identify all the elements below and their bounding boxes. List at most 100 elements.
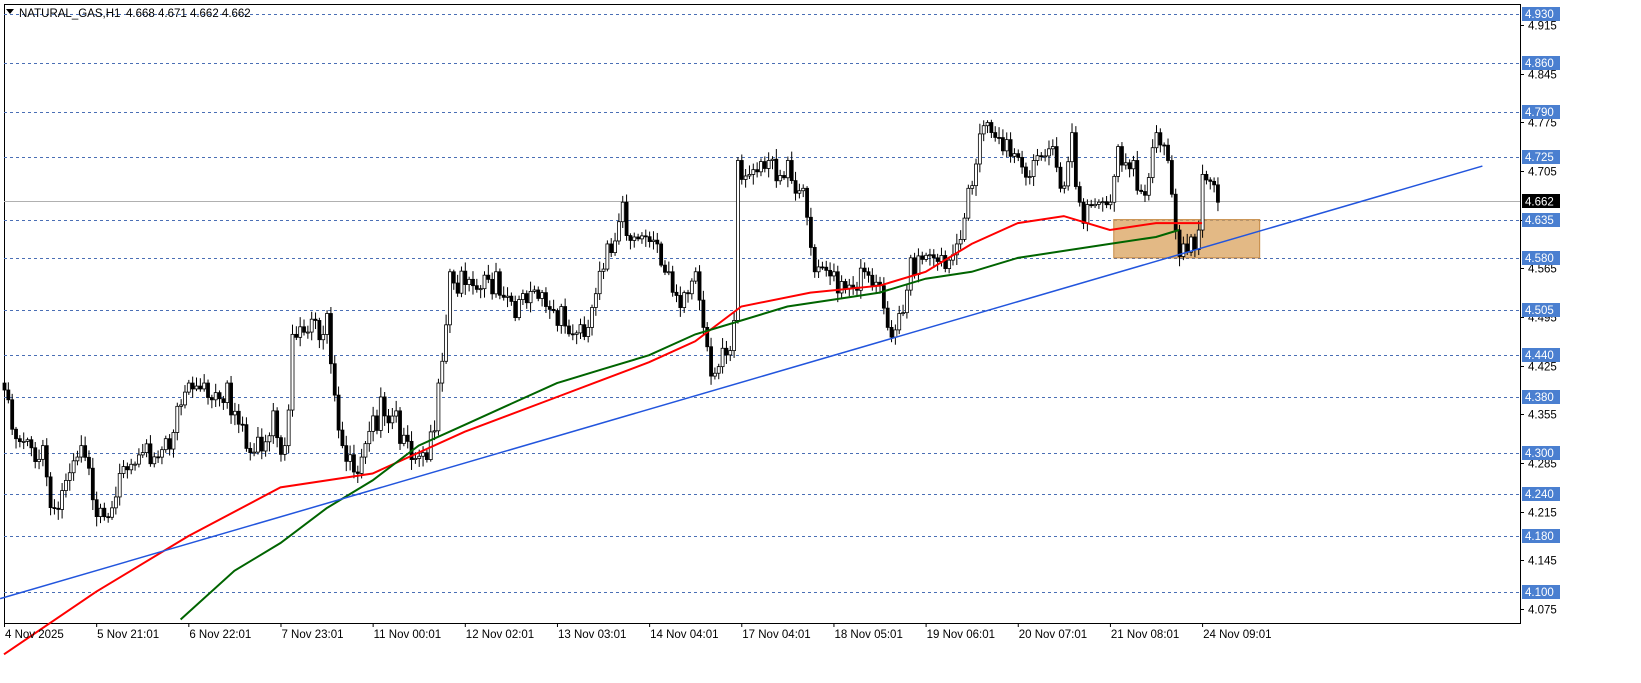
candle-body (528, 291, 533, 304)
candle-body (624, 201, 629, 236)
candle-body (1146, 177, 1151, 196)
candle-body (1185, 243, 1190, 253)
candle-body (213, 392, 218, 401)
candle-body (167, 438, 172, 450)
candle-body (83, 445, 88, 458)
candle-body (613, 240, 617, 254)
candle-body (544, 292, 548, 307)
candle-body (1085, 204, 1090, 224)
level-tag-label: 4.380 (1525, 392, 1554, 404)
candle-body (785, 160, 790, 179)
candle (659, 241, 664, 268)
candle-body (828, 269, 832, 277)
candle-body (1104, 201, 1109, 206)
candle-body (1035, 155, 1040, 161)
candle-body (1169, 160, 1174, 195)
candle-body (1020, 157, 1024, 168)
candle-body (256, 436, 260, 453)
candle-body (578, 324, 583, 334)
candle-body (90, 467, 95, 501)
candle-body (889, 327, 894, 338)
candle-body (125, 466, 130, 471)
candle-body (317, 320, 322, 341)
y-tick-label: 4.145 (1528, 556, 1557, 568)
candle-body (378, 396, 383, 431)
candle-body (674, 291, 679, 296)
candle-body (1135, 160, 1140, 191)
candle-body (248, 448, 253, 454)
candle (286, 404, 291, 454)
candle-body (386, 415, 391, 424)
candle-body (478, 288, 483, 291)
candle-body (64, 480, 68, 491)
candle-body (943, 255, 948, 269)
candle-body (340, 429, 345, 447)
candle-body (17, 438, 22, 443)
candle-body (555, 310, 560, 326)
candle (398, 407, 402, 450)
candle-body (33, 447, 38, 462)
candle-body (1089, 204, 1094, 207)
candle-body (567, 325, 571, 335)
candle-body (670, 271, 675, 293)
candle-body (202, 382, 207, 390)
candle-body (275, 410, 280, 439)
candle-body (352, 454, 356, 473)
candle-body (701, 299, 706, 328)
candle-body (640, 235, 644, 240)
candle-body (958, 239, 963, 245)
candle-body (908, 257, 913, 291)
candle-body (1181, 243, 1186, 257)
x-tick-label: 5 Nov 21:01 (97, 629, 159, 641)
candle-body (755, 169, 760, 173)
candle-body (509, 295, 514, 302)
candle-body (152, 456, 157, 465)
level-tag-label: 4.930 (1525, 9, 1554, 21)
candle-body (1027, 176, 1032, 178)
candle-body (413, 458, 418, 460)
candle (1169, 155, 1174, 198)
candle-body (816, 266, 821, 273)
x-tick-label: 18 Nov 05:01 (834, 629, 902, 641)
candle-body (505, 295, 510, 298)
candle-body (102, 507, 107, 518)
candle-body (1039, 155, 1044, 158)
candle-body (10, 399, 15, 430)
candle-body (136, 454, 141, 465)
candle-body (67, 472, 72, 481)
candle-body (1150, 147, 1155, 178)
candle-body (79, 445, 84, 458)
candle-body (962, 217, 967, 240)
candle-body (198, 385, 203, 390)
candle-body (697, 271, 702, 301)
candle-body (716, 366, 721, 374)
candle-body (175, 405, 180, 433)
candle-body (1100, 201, 1105, 204)
candle-body (1097, 201, 1101, 205)
candle (10, 393, 15, 436)
candle-body (309, 318, 314, 333)
candle-body (870, 274, 875, 286)
candle-body (294, 333, 299, 338)
x-tick-label: 19 Nov 06:01 (927, 629, 995, 641)
candle-body (2, 382, 7, 391)
candle-body (997, 137, 1001, 139)
candle-body (759, 161, 763, 173)
candle-body (532, 289, 537, 292)
candle (517, 295, 521, 321)
candle-body (14, 428, 18, 440)
candle-body (25, 439, 30, 442)
chart-ohlc: 4.668 4.671 4.662 4.662 (126, 8, 251, 20)
candle-body (1123, 162, 1128, 166)
candle (290, 324, 295, 417)
candle-body (563, 306, 568, 327)
candle-body (163, 438, 168, 451)
x-tick-label: 13 Nov 03:01 (558, 629, 626, 641)
candle-body (713, 372, 717, 377)
candle-body (1093, 203, 1097, 207)
candle-body (805, 187, 809, 218)
candle-body (977, 133, 982, 165)
candle-body (1047, 148, 1051, 157)
candle-body (782, 175, 786, 179)
price-chart[interactable]: 4.9154.8454.7754.7054.6354.5654.4954.425… (0, 0, 1641, 678)
